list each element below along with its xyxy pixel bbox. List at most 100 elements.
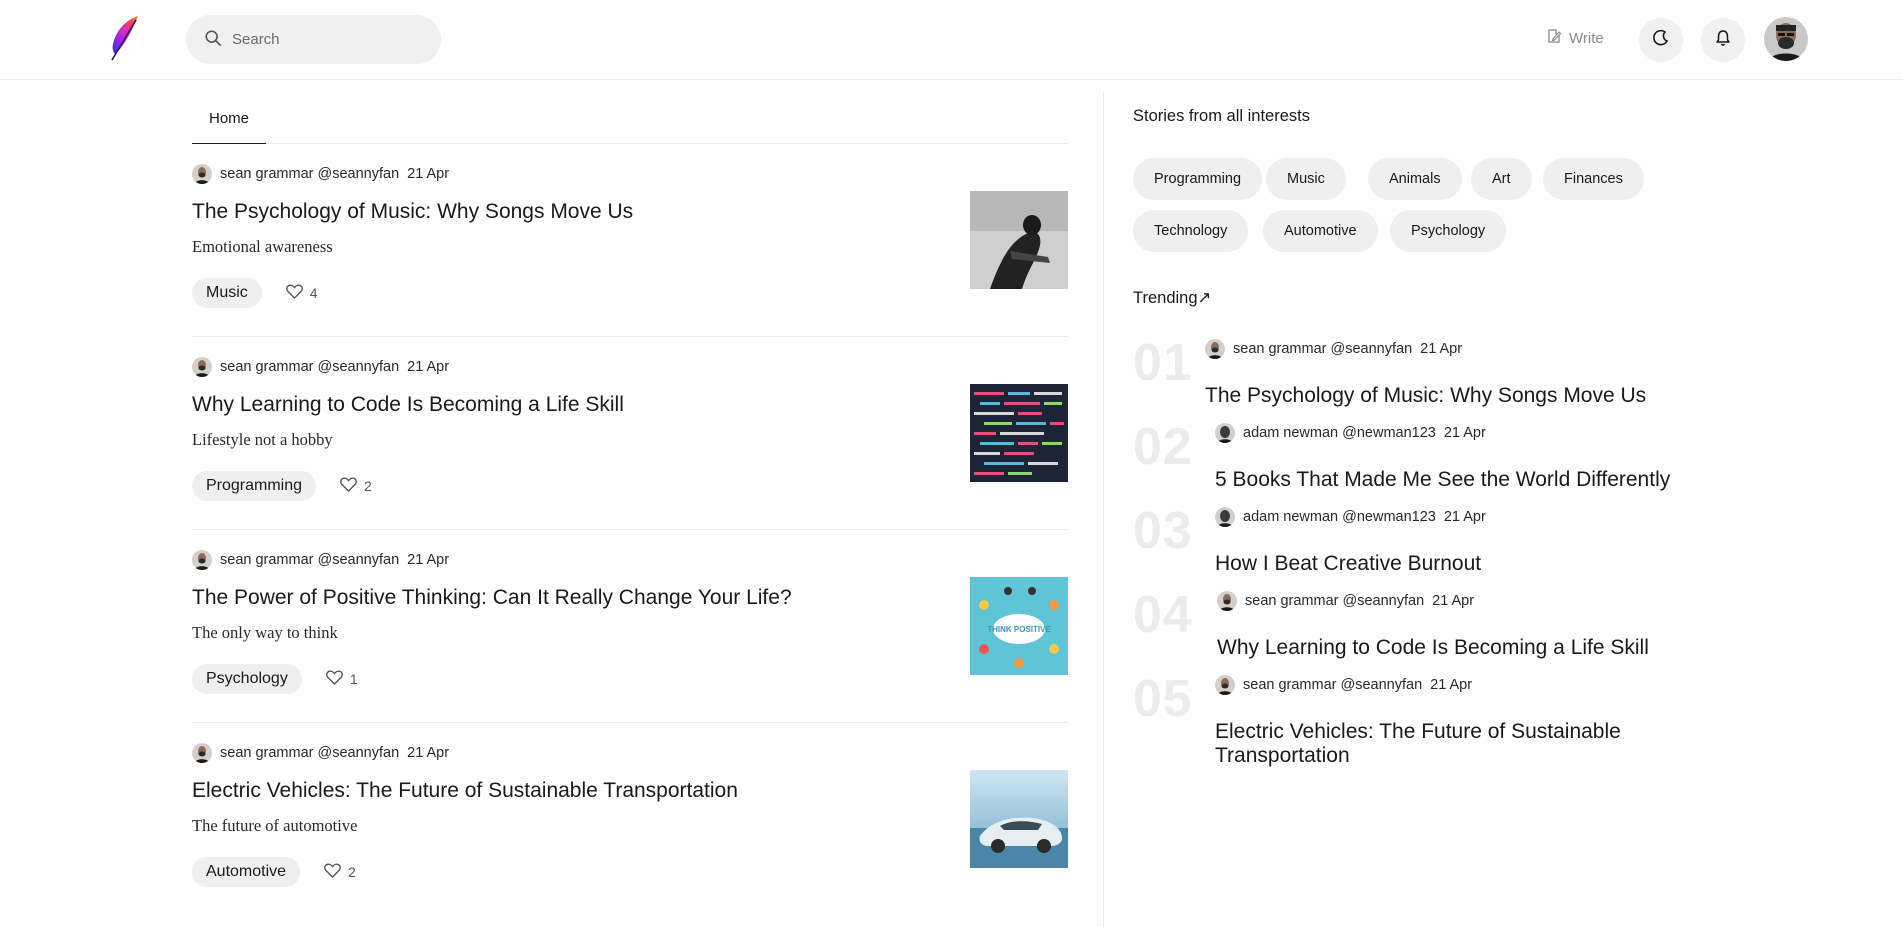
post-subtitle: Lifestyle not a hobby <box>192 430 333 449</box>
bell-icon <box>1714 29 1732 52</box>
post-subtitle: The future of automotive <box>192 816 358 835</box>
like-button[interactable]: 2 <box>340 477 372 495</box>
like-count: 2 <box>348 864 356 880</box>
post-thumbnail[interactable]: THINK POSITIVE <box>970 577 1068 675</box>
user-avatar[interactable] <box>1764 17 1808 61</box>
post-card[interactable]: sean grammar @seannyfan 21 Apr The Psych… <box>192 144 1068 337</box>
like-button[interactable]: 2 <box>324 863 356 881</box>
trending-rank: 01 <box>1133 334 1193 392</box>
interests-heading: Stories from all interests <box>1133 107 1310 125</box>
author-avatar <box>192 164 212 184</box>
post-footer: Automotive 2 <box>192 857 356 887</box>
trending-heading: Trending↗ <box>1133 289 1212 307</box>
trending-title[interactable]: The Psychology of Music: Why Songs Move … <box>1205 384 1646 408</box>
trending-title[interactable]: How I Beat Creative Burnout <box>1215 552 1481 576</box>
trending-date: 21 Apr <box>1420 341 1463 357</box>
post-card[interactable]: sean grammar @seannyfan 21 Apr Electric … <box>192 723 1068 916</box>
post-date: 21 Apr <box>407 745 450 761</box>
topic-chip[interactable]: Psychology <box>1390 210 1507 252</box>
post-date: 21 Apr <box>407 552 450 568</box>
author-avatar <box>192 550 212 570</box>
write-label: Write <box>1569 29 1604 47</box>
post-tag[interactable]: Programming <box>192 471 317 501</box>
post-meta: sean grammar @seannyfan 21 Apr <box>192 743 449 763</box>
search-placeholder: Search <box>232 31 280 48</box>
author-name[interactable]: sean grammar @seannyfan <box>1245 593 1424 609</box>
post-meta: sean grammar @seannyfan 21 Apr <box>192 164 449 184</box>
like-count: 4 <box>309 285 318 301</box>
post-title[interactable]: Electric Vehicles: The Future of Sustain… <box>192 779 738 803</box>
author-avatar <box>192 357 212 377</box>
post-card[interactable]: sean grammar @seannyfan 21 Apr Why Learn… <box>192 337 1068 530</box>
post-title[interactable]: The Power of Positive Thinking: Can It R… <box>192 586 792 610</box>
author-name[interactable]: adam newman @newman123 <box>1243 425 1436 441</box>
topic-chip[interactable]: Art <box>1471 158 1532 200</box>
topic-chip[interactable]: Technology <box>1133 210 1249 252</box>
theme-toggle-button[interactable] <box>1639 18 1683 62</box>
author-name[interactable]: sean grammar @seannyfan <box>1243 677 1422 693</box>
notifications-button[interactable] <box>1701 18 1745 62</box>
post-thumbnail[interactable] <box>970 384 1068 482</box>
post-tag[interactable]: Psychology <box>192 664 302 694</box>
tab-home[interactable]: Home <box>192 94 266 144</box>
post-thumbnail[interactable] <box>970 770 1068 868</box>
heart-icon <box>325 670 343 688</box>
search-input[interactable]: Search <box>186 15 441 64</box>
author-avatar <box>192 743 212 763</box>
feather-logo-icon[interactable] <box>106 14 140 62</box>
trending-meta: adam newman @newman123 21 Apr <box>1215 507 1486 527</box>
post-tag[interactable]: Music <box>192 278 262 308</box>
write-button[interactable]: Write <box>1546 28 1604 48</box>
thumbnail-caption: THINK POSITIVE <box>987 625 1051 634</box>
like-count: 1 <box>349 671 358 687</box>
author-name[interactable]: sean grammar @seannyfan <box>220 745 399 761</box>
post-meta: sean grammar @seannyfan 21 Apr <box>192 550 449 570</box>
post-footer: Psychology 1 <box>192 664 358 694</box>
topic-chip[interactable]: Programming <box>1133 158 1263 200</box>
post-tag[interactable]: Automotive <box>192 857 301 887</box>
post-meta: sean grammar @seannyfan 21 Apr <box>192 357 449 377</box>
author-avatar <box>1205 339 1225 359</box>
topic-chip[interactable]: Animals <box>1368 158 1462 200</box>
author-name[interactable]: sean grammar @seannyfan <box>220 359 399 375</box>
like-button[interactable]: 4 <box>285 284 318 302</box>
write-icon <box>1546 28 1562 48</box>
heart-icon <box>340 477 357 495</box>
post-thumbnail[interactable] <box>970 191 1068 289</box>
trending-meta: adam newman @newman123 21 Apr <box>1215 423 1486 443</box>
heart-icon <box>285 284 303 302</box>
trending-date: 21 Apr <box>1443 509 1486 525</box>
trending-meta: sean grammar @seannyfan 21 Apr <box>1205 339 1462 359</box>
author-name[interactable]: sean grammar @seannyfan <box>1233 341 1412 357</box>
post-subtitle: The only way to think <box>192 623 338 642</box>
trending-date: 21 Apr <box>1443 425 1486 441</box>
trending-rank: 05 <box>1133 670 1193 728</box>
like-count: 2 <box>364 478 372 494</box>
post-date: 21 Apr <box>407 359 450 375</box>
trending-title[interactable]: Electric Vehicles: The Future of Sustain… <box>1215 720 1695 768</box>
topic-chip[interactable]: Music <box>1266 158 1346 200</box>
author-avatar <box>1215 423 1235 443</box>
trending-title[interactable]: Why Learning to Code Is Becoming a Life … <box>1217 636 1649 660</box>
post-card[interactable]: sean grammar @seannyfan 21 Apr The Power… <box>192 530 1068 723</box>
trending-meta: sean grammar @seannyfan 21 Apr <box>1217 591 1474 611</box>
author-name[interactable]: sean grammar @seannyfan <box>220 166 399 182</box>
post-date: 21 Apr <box>407 166 450 182</box>
author-avatar <box>1217 591 1237 611</box>
like-button[interactable]: 1 <box>325 670 358 688</box>
topic-chip[interactable]: Finances <box>1543 158 1644 200</box>
top-bar: Search Write <box>0 0 1903 80</box>
heart-icon <box>324 863 341 881</box>
author-avatar <box>1215 675 1235 695</box>
moon-icon <box>1652 29 1670 52</box>
author-name[interactable]: adam newman @newman123 <box>1243 509 1436 525</box>
post-title[interactable]: The Psychology of Music: Why Songs Move … <box>192 200 633 224</box>
feed-tabs: Home <box>192 94 1068 144</box>
author-name[interactable]: sean grammar @seannyfan <box>220 552 399 568</box>
trending-rank: 02 <box>1133 418 1193 476</box>
trending-date: 21 Apr <box>1432 593 1475 609</box>
topic-chip[interactable]: Automotive <box>1263 210 1378 252</box>
trending-title[interactable]: 5 Books That Made Me See the World Diffe… <box>1215 468 1670 492</box>
post-subtitle: Emotional awareness <box>192 237 333 256</box>
post-title[interactable]: Why Learning to Code Is Becoming a Life … <box>192 393 624 417</box>
